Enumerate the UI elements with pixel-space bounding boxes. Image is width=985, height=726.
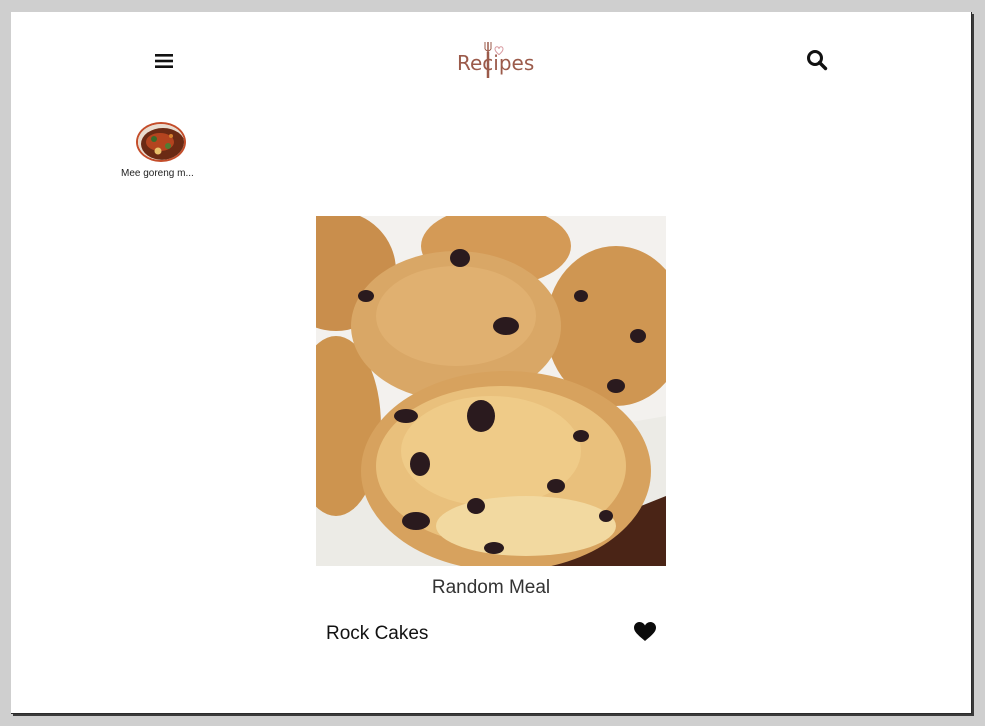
app-logo[interactable]: Recipes xyxy=(451,36,535,86)
search-icon xyxy=(807,50,828,71)
app-window: Recipes Mee goreng m... Random Meal Rock… xyxy=(11,12,972,714)
logo-text: Recipes xyxy=(457,51,535,75)
favorite-button[interactable] xyxy=(634,622,656,642)
meal-title[interactable]: Rock Cakes xyxy=(326,623,428,645)
rock-cakes-photo xyxy=(316,216,666,566)
noodle-dish-image xyxy=(138,124,184,160)
menu-button[interactable] xyxy=(152,50,176,72)
random-meal-label: Random Meal xyxy=(431,577,551,598)
search-button[interactable] xyxy=(806,49,830,73)
heart-icon xyxy=(634,622,656,641)
hamburger-menu-icon xyxy=(155,54,173,68)
favorite-meal-label: Mee goreng m... xyxy=(121,168,194,179)
favorite-meal-thumbnail[interactable] xyxy=(136,122,186,162)
meal-image[interactable] xyxy=(316,216,666,566)
